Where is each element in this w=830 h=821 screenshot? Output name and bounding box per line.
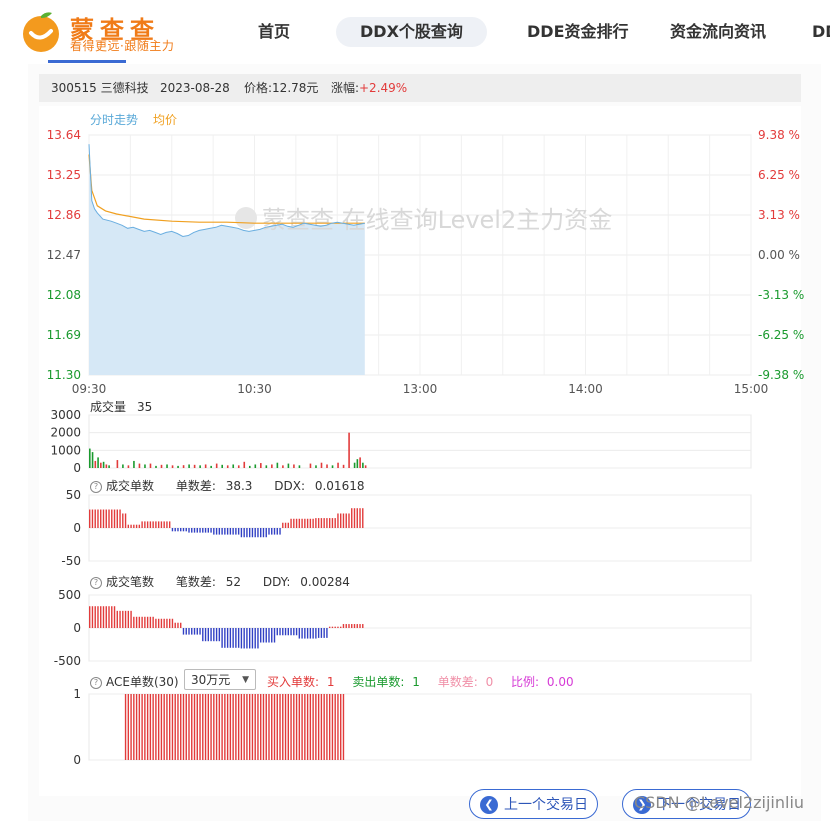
nav-home[interactable]: 首页 xyxy=(258,17,290,47)
help-icon[interactable]: ? xyxy=(90,481,102,493)
help-icon[interactable]: ? xyxy=(90,677,102,689)
ace-title: ACE单数(30) xyxy=(106,675,179,689)
nav-more[interactable]: DD xyxy=(812,17,830,47)
stock-info-bar: 300515 三德科技 2023-08-28 价格:12.78元 涨幅: +2.… xyxy=(39,74,801,102)
chevron-down-icon: ▼ xyxy=(242,675,249,685)
ddy-title: 成交笔数 xyxy=(106,575,155,589)
ddx-stat1-label: 单数差: xyxy=(175,479,216,493)
ace-stats: 买入单数: 1 卖出单数: 1 单数差: 0 比例: 0.00 xyxy=(267,673,574,690)
sell-count-value: 1 xyxy=(412,675,420,689)
prev-trading-day-label: 上一个交易日 xyxy=(504,797,588,813)
ddx-stat1-value: 38.3 xyxy=(225,479,253,493)
buy-count-value: 1 xyxy=(326,675,335,689)
nav-ddx-stock-query[interactable]: DDX个股查询 xyxy=(336,17,487,47)
top-navigation-bar: 蒙查查 看得更远·跟随主力 首页 DDX个股查询 DDE资金排行 资金流向资讯 … xyxy=(0,0,830,63)
change-label: 涨幅: xyxy=(331,81,360,95)
prev-trading-day-button[interactable]: ❮ 上一个交易日 xyxy=(469,789,598,819)
sell-count-label: 卖出单数: xyxy=(352,675,405,689)
ace-header: ? ACE单数(30) xyxy=(90,673,179,690)
threshold-select-value: 30万元 xyxy=(191,673,231,687)
nav-dde-ranking[interactable]: DDE资金排行 xyxy=(527,17,629,47)
ddy-stat1-value: 52 xyxy=(225,575,241,589)
csdn-watermark: CSDN @Level2zijinliu xyxy=(634,793,805,812)
diff-count-label: 单数差: xyxy=(437,675,478,689)
ddx-stat2-value: 0.01618 xyxy=(314,479,365,493)
ddy-stat2-value: 0.00284 xyxy=(300,575,350,589)
ddy-stat1-label: 笔数差: xyxy=(175,575,216,589)
help-icon[interactable]: ? xyxy=(90,577,102,589)
ddx-header: ? 成交单数 单数差: 38.3 DDX: 0.01618 xyxy=(90,477,364,494)
buy-count-label: 买入单数: xyxy=(267,675,320,689)
diff-count-value: 0 xyxy=(485,675,494,689)
ratio-label: 比例: xyxy=(511,675,540,689)
ratio-value: 0.00 xyxy=(546,675,574,689)
ddy-stat2-label: DDY: xyxy=(262,575,291,589)
change-value: +2.49% xyxy=(359,81,408,95)
stock-code-name: 300515 三德科技 xyxy=(51,81,149,95)
chart-panel xyxy=(39,106,801,796)
orange-logo-icon[interactable] xyxy=(18,9,64,53)
ddx-stat2-label: DDX: xyxy=(274,479,306,493)
ddx-title: 成交单数 xyxy=(106,479,155,493)
logo-slogan: 看得更远·跟随主力 xyxy=(70,39,175,53)
chevron-left-icon: ❮ xyxy=(480,796,498,814)
price-label: 价格:12.78元 xyxy=(244,81,319,95)
threshold-select[interactable]: 30万元 ▼ xyxy=(184,669,256,690)
nav-fund-flow-news[interactable]: 资金流向资讯 xyxy=(670,17,766,47)
active-tab-underline xyxy=(48,60,126,63)
trade-date: 2023-08-28 xyxy=(160,81,230,95)
ddy-header: ? 成交笔数 笔数差: 52 DDY: 0.00284 xyxy=(90,573,350,590)
